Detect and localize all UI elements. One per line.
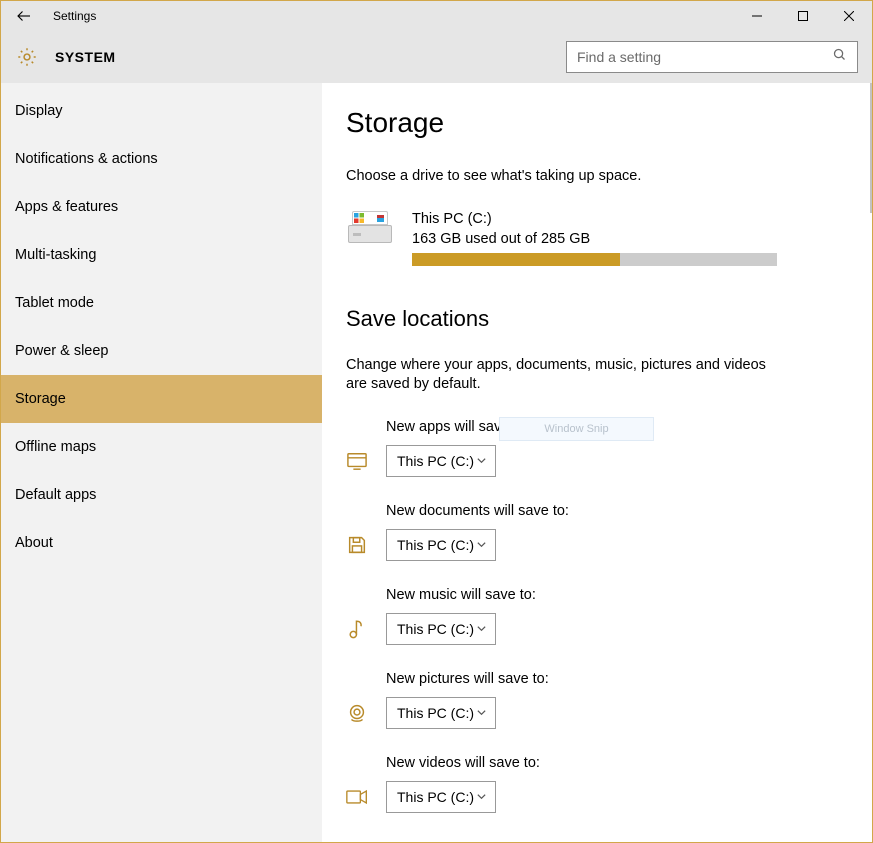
drive-usage-text: 163 GB used out of 285 GB: [412, 231, 838, 247]
scroll-thumb[interactable]: [870, 83, 872, 213]
save-label: New music will save to:: [386, 587, 848, 603]
sidebar-item-offline-maps[interactable]: Offline maps: [1, 423, 322, 471]
save-row-documents: New documents will save to: This PC (C:): [346, 503, 848, 561]
videos-location-dropdown[interactable]: This PC (C:): [386, 781, 496, 813]
close-icon: [844, 11, 854, 21]
drive-name: This PC (C:): [412, 211, 838, 227]
window-controls: [734, 1, 872, 31]
save-icon: [346, 534, 368, 556]
search-input[interactable]: [577, 49, 832, 65]
pictures-location-dropdown[interactable]: This PC (C:): [386, 697, 496, 729]
save-label: New videos will save to:: [386, 755, 848, 771]
windows-logo-icon: [354, 213, 364, 223]
chevron-down-icon: [476, 789, 487, 805]
content: Storage Choose a drive to see what's tak…: [322, 83, 872, 842]
video-camera-icon: [346, 786, 368, 808]
drive-icon: [348, 211, 392, 245]
sidebar-item-label: Apps & features: [15, 199, 118, 215]
storage-subtext: Choose a drive to see what's taking up s…: [346, 167, 786, 187]
body: Display Notifications & actions Apps & f…: [1, 83, 872, 842]
chevron-down-icon: [476, 453, 487, 469]
drive-row[interactable]: This PC (C:) 163 GB used out of 285 GB: [346, 211, 848, 266]
sidebar-item-label: Notifications & actions: [15, 151, 158, 167]
back-button[interactable]: [1, 1, 47, 31]
save-locations-subtext: Change where your apps, documents, music…: [346, 356, 786, 395]
sidebar-item-label: Offline maps: [15, 439, 96, 455]
sidebar-item-apps[interactable]: Apps & features: [1, 183, 322, 231]
sidebar-item-notifications[interactable]: Notifications & actions: [1, 135, 322, 183]
sidebar-item-label: Storage: [15, 391, 66, 407]
dropdown-value: This PC (C:): [397, 453, 474, 469]
dropdown-value: This PC (C:): [397, 789, 474, 805]
sidebar-item-label: Tablet mode: [15, 295, 94, 311]
dropdown-value: This PC (C:): [397, 537, 474, 553]
titlebar: Settings: [1, 1, 872, 31]
dropdown-value: This PC (C:): [397, 705, 474, 721]
save-locations-heading: Save locations: [346, 306, 848, 332]
minimize-button[interactable]: [734, 1, 780, 31]
sidebar: Display Notifications & actions Apps & f…: [1, 83, 322, 842]
sidebar-item-label: Multi-tasking: [15, 247, 96, 263]
apps-location-dropdown[interactable]: This PC (C:): [386, 445, 496, 477]
sidebar-item-about[interactable]: About: [1, 519, 322, 567]
save-label: New documents will save to:: [386, 503, 848, 519]
sidebar-item-label: Default apps: [15, 487, 96, 503]
drive-usage-bar: [412, 253, 777, 266]
save-row-apps: New apps will save to: This PC (C:): [346, 419, 848, 477]
save-row-music: New music will save to: This PC (C:): [346, 587, 848, 645]
sidebar-item-default-apps[interactable]: Default apps: [1, 471, 322, 519]
camera-icon: [346, 702, 368, 724]
sidebar-item-display[interactable]: Display: [1, 87, 322, 135]
save-label: New apps will save to:: [386, 419, 848, 435]
maximize-button[interactable]: [780, 1, 826, 31]
settings-window: Settings SYSTEM: [0, 0, 873, 843]
sidebar-item-label: Power & sleep: [15, 343, 109, 359]
dropdown-value: This PC (C:): [397, 621, 474, 637]
chevron-down-icon: [476, 537, 487, 553]
drive-info: This PC (C:) 163 GB used out of 285 GB: [412, 211, 848, 266]
arrow-left-icon: [15, 7, 33, 25]
window-title: Settings: [53, 9, 96, 23]
maximize-icon: [798, 11, 808, 21]
search-box[interactable]: [566, 41, 858, 73]
search-icon: [832, 47, 847, 67]
music-note-icon: [346, 618, 368, 640]
chevron-down-icon: [476, 705, 487, 721]
chevron-down-icon: [476, 621, 487, 637]
sidebar-item-label: Display: [15, 103, 63, 119]
save-row-videos: New videos will save to: This PC (C:): [346, 755, 848, 813]
sidebar-item-tablet[interactable]: Tablet mode: [1, 279, 322, 327]
sidebar-item-storage[interactable]: Storage: [1, 375, 322, 423]
scrollbar[interactable]: [866, 83, 872, 842]
minimize-icon: [752, 11, 762, 21]
sidebar-item-power[interactable]: Power & sleep: [1, 327, 322, 375]
header: SYSTEM: [1, 31, 872, 83]
sidebar-item-label: About: [15, 535, 53, 551]
content-wrap: Storage Choose a drive to see what's tak…: [322, 83, 872, 842]
save-label: New pictures will save to:: [386, 671, 848, 687]
music-location-dropdown[interactable]: This PC (C:): [386, 613, 496, 645]
app-window-icon: [346, 450, 368, 472]
header-title: SYSTEM: [55, 49, 116, 65]
drive-usage-fill: [412, 253, 620, 266]
save-row-pictures: New pictures will save to: This PC (C:): [346, 671, 848, 729]
settings-gear-icon: [15, 45, 39, 69]
close-button[interactable]: [826, 1, 872, 31]
sidebar-item-multitasking[interactable]: Multi-tasking: [1, 231, 322, 279]
storage-heading: Storage: [346, 107, 848, 139]
documents-location-dropdown[interactable]: This PC (C:): [386, 529, 496, 561]
